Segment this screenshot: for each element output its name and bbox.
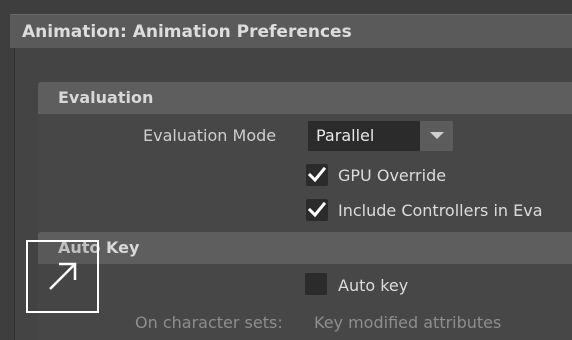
include-controllers-checkbox[interactable] <box>306 199 328 221</box>
include-controllers-label: Include Controllers in Eva <box>338 201 543 220</box>
section-header-auto-key[interactable]: Auto Key <box>38 232 572 264</box>
character-sets-label: On character sets: <box>135 313 283 332</box>
section-header-evaluation[interactable]: Evaluation <box>38 82 572 114</box>
auto-key-checkbox[interactable] <box>305 273 327 295</box>
gpu-override-checkbox[interactable] <box>306 164 328 186</box>
chevron-down-icon <box>430 132 444 139</box>
section-title-evaluation: Evaluation <box>58 88 154 107</box>
character-sets-value: Key modified attributes <box>314 313 502 332</box>
window-title-bar: Animation: Animation Preferences <box>10 14 572 48</box>
dropdown-button[interactable] <box>419 121 453 151</box>
window-title: Animation: Animation Preferences <box>22 22 352 42</box>
evaluation-mode-label: Evaluation Mode <box>143 126 277 145</box>
evaluation-mode-dropdown[interactable]: Parallel <box>308 121 453 151</box>
expand-overlay-button[interactable] <box>26 240 99 313</box>
auto-key-label: Auto key <box>338 276 409 295</box>
checkmark-icon <box>307 201 327 218</box>
expand-arrow-icon <box>49 262 77 290</box>
checkmark-icon <box>307 166 327 183</box>
gpu-override-label: GPU Override <box>338 166 447 185</box>
evaluation-mode-value: Parallel <box>316 126 375 145</box>
